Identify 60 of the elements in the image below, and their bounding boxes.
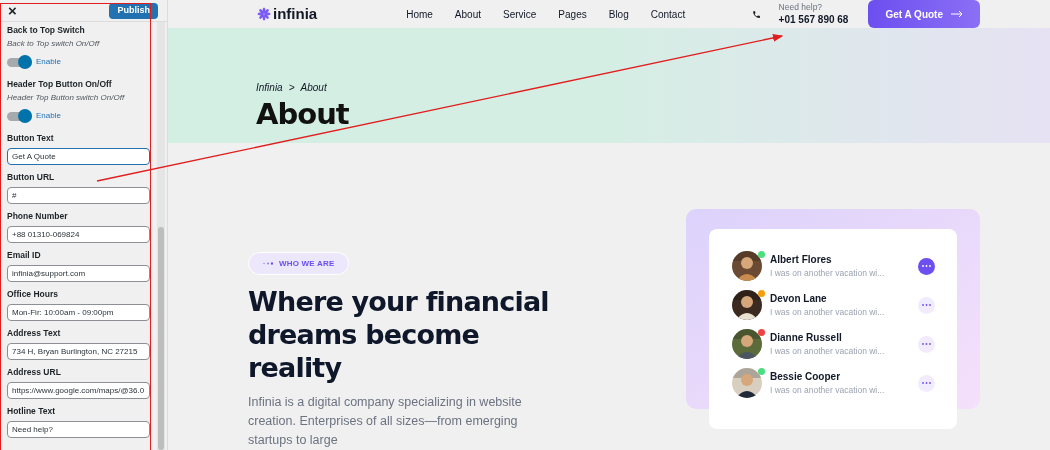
phone-number: +01 567 890 68 — [778, 12, 849, 27]
field-description: Header Top Button switch On/Off — [7, 92, 126, 104]
field-label: Email ID — [7, 249, 42, 261]
page-title: About — [256, 97, 350, 131]
contact-message: I was on another vacation wi... — [770, 384, 885, 396]
arrow-right-icon — [951, 10, 963, 18]
section-badge: WHO WE ARE — [248, 252, 350, 275]
flower-logo-icon — [257, 7, 271, 21]
contact-name: Albert Flores — [770, 253, 833, 267]
field-label: Button URL — [7, 171, 56, 183]
more-button[interactable] — [918, 257, 935, 275]
field-label: Hotline Text — [7, 405, 56, 417]
contact-name: Bessie Cooper — [770, 370, 842, 384]
breadcrumb-item: About — [300, 81, 327, 95]
contact-name: Devon Lane — [770, 292, 828, 306]
field-description: Back to Top switch On/Off — [7, 38, 101, 50]
input-field[interactable]: https://www.google.com/maps/@36.0 — [7, 382, 150, 399]
field-label: Address URL — [7, 366, 62, 378]
contact-name: Dianne Russell — [770, 331, 843, 345]
nav-link[interactable]: Home — [406, 6, 433, 22]
field-label: Phone Number — [7, 210, 69, 222]
nav-link[interactable]: Blog — [608, 6, 629, 22]
input-field[interactable]: Mon-Fir: 10:00am - 09:00pm — [7, 304, 150, 321]
toggle-switch[interactable] — [7, 57, 32, 67]
section-heading: Where your financial dreams become reality — [248, 285, 550, 384]
dots-icon — [263, 262, 273, 265]
toggle-label: Enable — [36, 110, 61, 122]
input-field[interactable]: # — [7, 187, 150, 204]
input-field[interactable]: infinia@support.com — [7, 265, 150, 282]
input-field[interactable]: Get A Quote — [7, 148, 150, 165]
input-field[interactable]: 734 H, Bryan Burlington, NC 27215 — [7, 343, 150, 360]
field-label: Back to Top Switch — [7, 24, 86, 36]
field-label: Address Text — [7, 327, 62, 339]
close-button[interactable]: × — [8, 3, 17, 18]
toggle-switch[interactable] — [7, 111, 32, 121]
more-button[interactable] — [918, 374, 935, 392]
get-quote-button[interactable]: Get A Quote — [868, 0, 980, 28]
scrollbar-thumb[interactable] — [158, 227, 164, 450]
input-field[interactable]: +88 01310-069824 — [7, 226, 150, 243]
section-text: Infinia is a digital company specializing in website creation. Enterprises of all sizes—from emerging startups to large — [248, 394, 523, 449]
phone-icon — [751, 9, 761, 19]
breadcrumb-item: > — [288, 81, 295, 95]
nav-link[interactable]: Pages — [558, 6, 587, 22]
nav-link[interactable]: Contact — [650, 6, 686, 22]
input-field[interactable]: Need help? — [7, 421, 150, 438]
contact-message: I was on another vacation wi... — [770, 306, 885, 318]
logo-text[interactable]: infinia — [273, 2, 318, 26]
nav-link[interactable]: About — [454, 6, 481, 22]
breadcrumb-item[interactable]: Infinia — [256, 80, 283, 95]
more-button[interactable] — [918, 296, 935, 314]
publish-button[interactable]: Publish — [109, 2, 158, 19]
toggle-label: Enable — [36, 56, 61, 68]
field-label: Button Text — [7, 132, 55, 144]
field-label: Office Hours — [7, 288, 59, 300]
help-label: Need help? — [778, 1, 824, 13]
field-label: Header Top Button On/Off — [7, 78, 113, 90]
nav-link[interactable]: Service — [503, 6, 537, 22]
contact-message: I was on another vacation wi... — [770, 345, 885, 357]
contact-message: I was on another vacation wi... — [770, 267, 885, 279]
more-button[interactable] — [918, 335, 935, 353]
